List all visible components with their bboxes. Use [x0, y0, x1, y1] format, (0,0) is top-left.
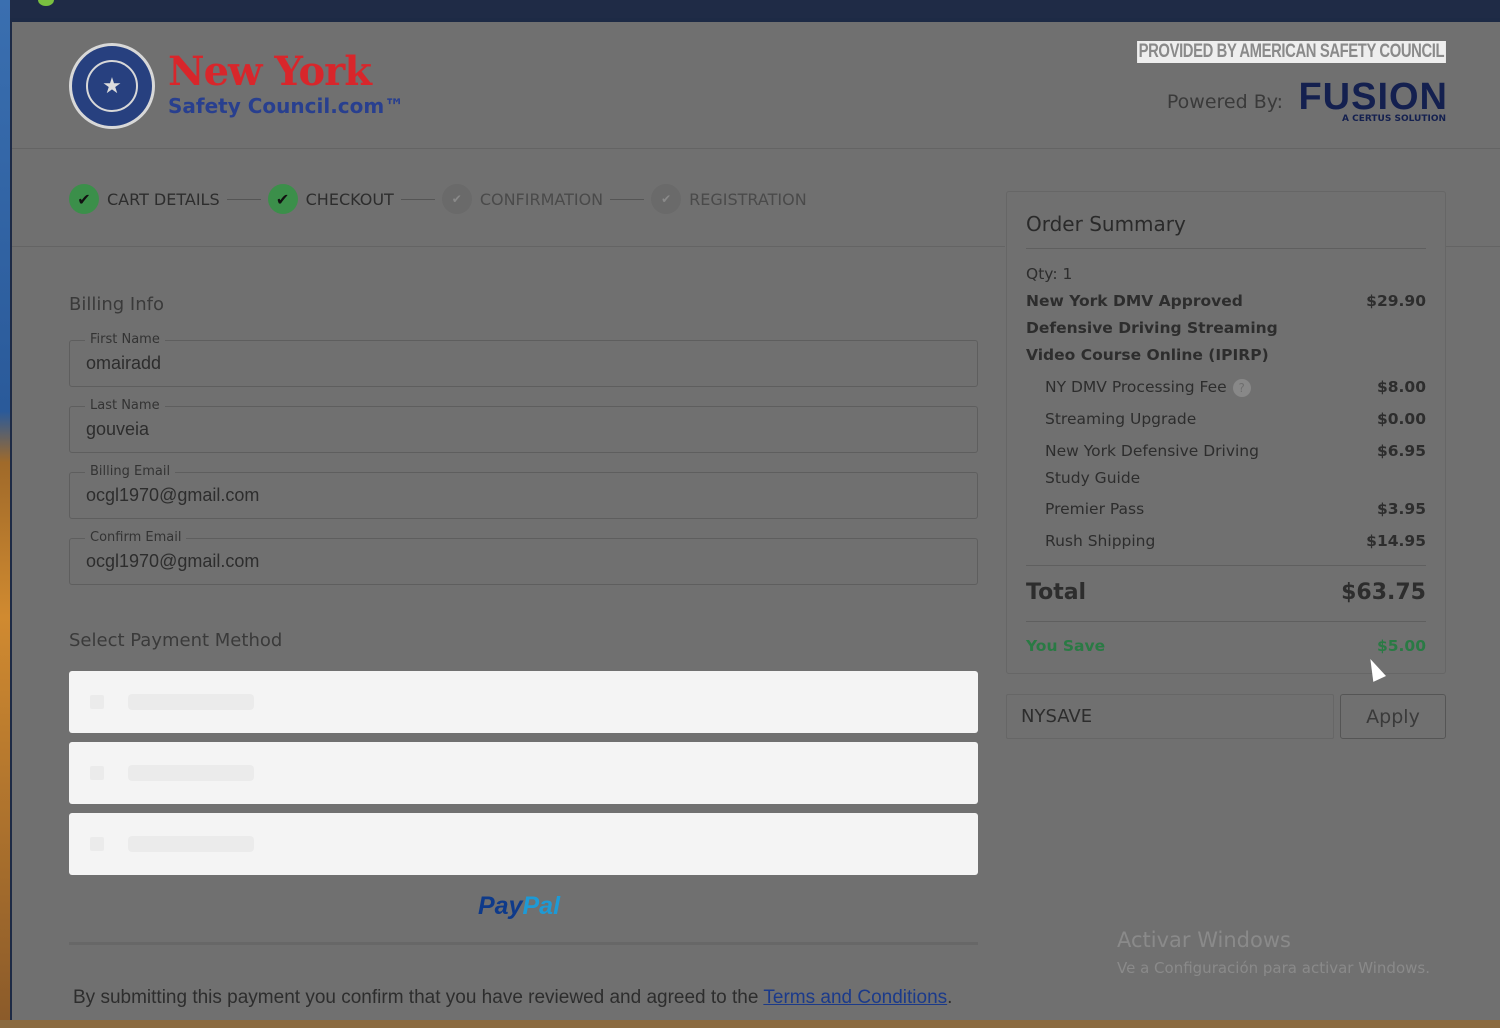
paypal-pal: Pal: [522, 892, 561, 920]
radio-placeholder: [90, 766, 104, 780]
site-header: ★ New York Safety Council.com™ PROVIDED …: [12, 22, 1500, 149]
step-label: CONFIRMATION: [479, 189, 604, 209]
savings-row: You Save $5.00: [1026, 633, 1426, 660]
item-price: $6.95: [1376, 442, 1426, 460]
order-summary: Order Summary Qty: 1 New York DMV Approv…: [1006, 191, 1446, 674]
checkout-progress: ✔ CART DETAILS ✔ CHECKOUT ✔ CONFIRMATION ✔ R…: [69, 184, 807, 214]
coupon-input[interactable]: NYSAVE: [1006, 694, 1334, 739]
item-label: Streaming Upgrade: [1045, 410, 1197, 428]
confirm-email-field[interactable]: Confirm Email ocgl1970@gmail.com: [69, 530, 978, 585]
total-label: Total: [1026, 580, 1087, 605]
line-item: Rush Shipping $14.95: [1045, 528, 1426, 555]
check-icon: ✔: [651, 184, 682, 214]
item-price: $8.00: [1376, 378, 1426, 396]
step-connector: [226, 198, 261, 200]
item-label: New York Defensive Driving Study Guide: [1045, 442, 1259, 487]
seal-logo-icon[interactable]: ★: [69, 43, 155, 129]
checkout-page: ★ New York Safety Council.com™ PROVIDED …: [12, 22, 1500, 1020]
item-price: $3.95: [1376, 500, 1426, 518]
label-placeholder: [128, 836, 254, 852]
billing-email-field[interactable]: Billing Email ocgl1970@gmail.com: [69, 464, 978, 519]
field-value[interactable]: ocgl1970@gmail.com: [86, 485, 259, 506]
last-name-field[interactable]: Last Name gouveia: [69, 398, 978, 453]
payment-option-loading[interactable]: [69, 671, 978, 733]
item-price: $14.95: [1366, 532, 1426, 550]
apply-coupon-button[interactable]: Apply: [1340, 694, 1446, 739]
step-registration: ✔ REGISTRATION: [651, 184, 807, 214]
total-amount: $63.75: [1341, 580, 1426, 605]
divider: [1026, 248, 1426, 249]
item-label: Premier Pass: [1045, 500, 1145, 518]
order-summary-title: Order Summary: [1026, 212, 1186, 236]
divider: [1445, 246, 1500, 247]
field-label: First Name: [85, 332, 165, 347]
item-price: $0.00: [1376, 410, 1426, 428]
divider: [1026, 565, 1426, 566]
line-item: NY DMV Processing Fee? $8.00: [1045, 374, 1426, 401]
terms-notice: By submitting this payment you confirm t…: [73, 987, 952, 1009]
first-name-field[interactable]: First Name omairadd: [69, 332, 978, 387]
divider: [69, 942, 978, 945]
help-icon[interactable]: ?: [1232, 378, 1251, 397]
paypal-logo[interactable]: PayPal: [478, 892, 560, 921]
desktop-background: [0, 0, 10, 1028]
step-checkout: ✔ CHECKOUT: [267, 184, 394, 214]
payment-option-loading[interactable]: [69, 742, 978, 804]
label-placeholder: [128, 765, 254, 781]
step-label: CHECKOUT: [305, 189, 394, 209]
item-label: Rush Shipping: [1045, 532, 1156, 550]
fusion-logo: FUSION: [1298, 76, 1448, 118]
terms-end: .: [947, 987, 953, 1008]
payment-method-heading: Select Payment Method: [69, 630, 283, 651]
step-label: CART DETAILS: [107, 189, 220, 209]
check-icon: ✔: [267, 184, 298, 214]
divider: [12, 246, 1005, 247]
qty: Qty: 1: [1026, 265, 1073, 283]
billing-info-heading: Billing Info: [69, 294, 164, 315]
windows-activation-title: Activar Windows: [1117, 928, 1291, 952]
product-name: New York DMV Approved Defensive Driving …: [1026, 292, 1278, 364]
radio-placeholder: [90, 695, 104, 709]
item-label: NY DMV Processing Fee: [1045, 378, 1227, 396]
terms-link[interactable]: Terms and Conditions: [763, 987, 947, 1008]
product-price: $29.90: [1366, 292, 1426, 310]
savings-label: You Save: [1026, 637, 1106, 655]
check-icon: ✔: [441, 184, 472, 214]
field-value[interactable]: omairadd: [86, 353, 161, 374]
powered-by-label: Powered By:: [1166, 91, 1283, 113]
step-connector: [610, 198, 645, 200]
window-control-icon[interactable]: [38, 0, 54, 6]
brand-title[interactable]: New York: [168, 48, 372, 95]
payment-option-loading[interactable]: [69, 813, 978, 875]
brand-subtitle[interactable]: Safety Council.com™: [168, 94, 404, 118]
field-label: Last Name: [85, 398, 165, 413]
desktop-background-bottom: [0, 1020, 1500, 1028]
field-label: Billing Email: [85, 464, 176, 479]
line-item: New York Defensive Driving Study Guide $6…: [1045, 438, 1426, 492]
field-value[interactable]: ocgl1970@gmail.com: [86, 551, 259, 572]
savings-amount: $5.00: [1376, 637, 1426, 655]
field-label: Confirm Email: [85, 530, 187, 545]
terms-text: By submitting this payment you confirm t…: [73, 987, 764, 1008]
step-confirmation: ✔ CONFIRMATION: [441, 184, 604, 214]
line-item: Premier Pass $3.95: [1045, 496, 1426, 523]
step-label: REGISTRATION: [689, 189, 807, 209]
certus-tagline: A CERTUS SOLUTION: [1342, 114, 1446, 124]
step-cart-details: ✔ CART DETAILS: [69, 184, 220, 214]
divider: [1026, 621, 1426, 622]
line-item: Streaming Upgrade $0.00: [1045, 406, 1426, 433]
radio-placeholder: [90, 837, 104, 851]
browser-top-bar: [10, 0, 1500, 18]
field-value[interactable]: gouveia: [86, 419, 149, 440]
total-row: Total $63.75: [1026, 578, 1426, 608]
provided-by-banner: PROVIDED BY AMERICAN SAFETY COUNCIL: [1137, 41, 1446, 63]
step-connector: [400, 198, 435, 200]
windows-activation-subtitle: Ve a Configuración para activar Windows.: [1117, 959, 1430, 977]
label-placeholder: [128, 694, 254, 710]
check-icon: ✔: [69, 184, 99, 214]
paypal-pay: Pay: [478, 892, 523, 920]
